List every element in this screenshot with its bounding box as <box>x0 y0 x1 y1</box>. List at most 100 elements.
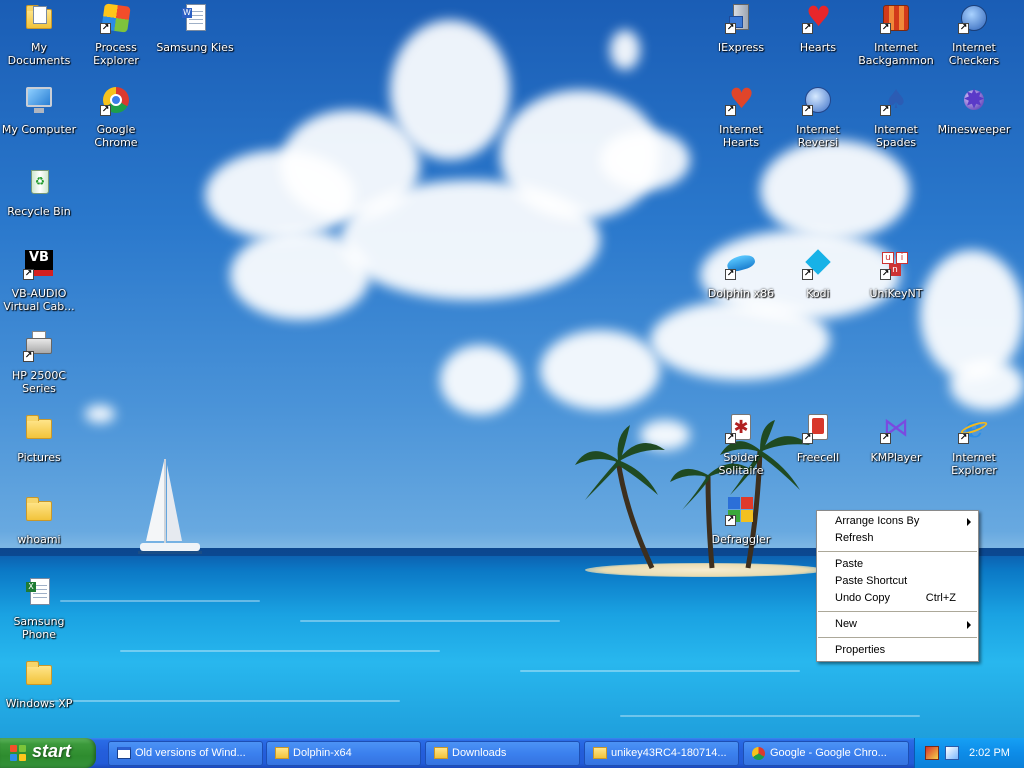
icon-label: Hearts <box>799 41 837 54</box>
desktop-icon-kmplayer[interactable]: ⋈ ↗ KMPlayer <box>857 412 935 464</box>
desktop-icon-whoami[interactable]: whoami <box>0 494 78 546</box>
chrome-icon <box>752 747 765 760</box>
folder-icon <box>23 494 55 526</box>
folder-icon <box>275 747 289 759</box>
process-explorer-icon: ↗ <box>100 2 132 34</box>
wave <box>620 715 920 717</box>
icon-label: My Computer <box>1 123 77 136</box>
desktop-context-menu: Arrange Icons By Refresh Paste Paste Sho… <box>816 510 979 662</box>
spades-icon: ♠ ↗ <box>880 85 908 116</box>
backgammon-icon: ↗ <box>880 2 912 34</box>
cloud <box>540 330 660 410</box>
network-icon[interactable] <box>945 746 959 760</box>
menu-item-label: Properties <box>835 644 886 656</box>
desktop-icon-internet-backgammon[interactable]: ↗ Internet Backgammon <box>857 2 935 67</box>
menu-item-refresh[interactable]: Refresh <box>817 530 978 547</box>
wave <box>520 670 800 672</box>
printer-icon: ↗ <box>23 330 55 362</box>
desktop-icon-unikeynt[interactable]: u i n ↗ UniKeyNT <box>857 248 935 300</box>
start-label: start <box>32 741 72 761</box>
taskbar-button-label: Dolphin-x64 <box>293 747 352 759</box>
taskbar-button-google-chrome[interactable]: Google - Google Chro... <box>743 741 909 766</box>
menu-item-arrange-icons-by[interactable]: Arrange Icons By <box>817 513 978 530</box>
internet-hearts-icon: ♥ ↗ <box>725 82 755 116</box>
icon-label: Internet Reversi <box>796 123 840 149</box>
vb-audio-icon: VB ↗ <box>23 248 55 280</box>
wave <box>300 620 560 622</box>
icon-label: Dolphin x86 <box>707 287 775 300</box>
desktop-icon-internet-hearts[interactable]: ♥ ↗ Internet Hearts <box>702 82 780 150</box>
taskbar-button-label: Downloads <box>452 747 507 759</box>
menu-item-new[interactable]: New <box>817 616 978 633</box>
desktop-icon-internet-checkers[interactable]: ↗ Internet Checkers <box>935 2 1013 67</box>
security-alert-icon[interactable] <box>925 746 939 760</box>
desktop-icon-samsung-kies[interactable]: W Samsung Kies <box>156 2 234 54</box>
desktop-icon-vb-audio[interactable]: VB ↗ VB-AUDIO Virtual Cab... <box>0 248 78 313</box>
recycle-bin-icon: ♻ <box>23 166 55 198</box>
desktop-icon-internet-reversi[interactable]: ↗ Internet Reversi <box>779 84 857 149</box>
menu-item-properties[interactable]: Properties <box>817 642 978 659</box>
desktop-icon-kodi[interactable]: ↗ Kodi <box>779 248 857 300</box>
taskbar-button-old-versions[interactable]: Old versions of Wind... <box>108 741 263 766</box>
desktop-icon-minesweeper[interactable]: ✸ Minesweeper <box>935 84 1013 136</box>
sailboat <box>138 459 202 554</box>
iexpress-icon: ↗ <box>725 2 757 34</box>
desktop-icon-dolphin-x86[interactable]: ↗ Dolphin x86 <box>702 248 780 300</box>
icon-label: Pictures <box>17 451 61 464</box>
menu-item-paste-shortcut[interactable]: Paste Shortcut <box>817 573 978 590</box>
icon-label: Internet Explorer <box>951 451 997 477</box>
submenu-arrow-icon <box>967 518 971 526</box>
icon-label: Internet Backgammon <box>858 41 934 67</box>
desktop-icon-my-documents[interactable]: My Documents <box>0 2 78 67</box>
computer-icon <box>23 84 55 116</box>
folder-documents-icon <box>23 2 55 34</box>
taskbar-button-downloads[interactable]: Downloads <box>425 741 580 766</box>
clock[interactable]: 2:02 PM <box>969 738 1010 768</box>
desktop[interactable]: My Documents ↗ Process Explorer W Samsun… <box>0 0 1024 738</box>
chrome-icon: ↗ <box>100 84 132 116</box>
icon-label: VB-AUDIO Virtual Cab... <box>3 287 75 313</box>
menu-item-label: Paste <box>835 558 864 570</box>
menu-separator <box>818 551 977 552</box>
desktop-icon-process-explorer[interactable]: ↗ Process Explorer <box>77 2 155 67</box>
folder-icon <box>23 412 55 444</box>
icon-label: UniKeyNT <box>869 287 923 300</box>
desktop-icon-hp-2500c[interactable]: ↗ HP 2500C Series <box>0 330 78 395</box>
icon-label: Internet Spades <box>874 123 918 149</box>
cloud <box>920 250 1024 380</box>
menu-item-label: New <box>835 618 858 630</box>
desktop-icon-internet-explorer[interactable]: e ↗ Internet Explorer <box>935 412 1013 478</box>
desktop-icon-freecell[interactable]: ↗ Freecell <box>779 412 857 464</box>
menu-separator <box>818 611 977 612</box>
desktop-icon-google-chrome[interactable]: ↗ Google Chrome <box>77 84 155 149</box>
desktop-icon-hearts[interactable]: ♥ ↗ Hearts <box>779 2 857 55</box>
menu-separator <box>818 637 977 638</box>
start-button[interactable]: start <box>0 738 96 768</box>
desktop-icon-windows-xp[interactable]: Windows XP <box>0 658 78 710</box>
icon-label: Process Explorer <box>93 41 139 67</box>
desktop-icon-my-computer[interactable]: My Computer <box>0 84 78 136</box>
menu-item-paste[interactable]: Paste <box>817 556 978 573</box>
icon-label: KMPlayer <box>870 451 922 464</box>
taskbar-button-dolphin-x64[interactable]: Dolphin-x64 <box>266 741 421 766</box>
submenu-arrow-icon <box>967 621 971 629</box>
cloud <box>390 20 510 160</box>
desktop-icon-defraggler[interactable]: ↗ Defraggler <box>702 494 780 546</box>
spider-solitaire-icon: ✱ ↗ <box>725 412 757 444</box>
dolphin-icon: ↗ <box>725 248 757 280</box>
icon-label: Defraggler <box>711 533 771 546</box>
desktop-icon-pictures[interactable]: Pictures <box>0 412 78 464</box>
freecell-icon: ↗ <box>802 412 834 444</box>
desktop-icon-samsung-phone[interactable]: X Samsung Phone <box>0 576 78 641</box>
icon-label: Google Chrome <box>94 123 138 149</box>
desktop-icon-internet-spades[interactable]: ♠ ↗ Internet Spades <box>857 84 935 149</box>
internet-explorer-icon: e ↗ <box>958 412 990 444</box>
desktop-icon-recycle-bin[interactable]: ♻ Recycle Bin <box>0 166 78 218</box>
taskbar-button-unikey[interactable]: unikey43RC4-180714... <box>584 741 739 766</box>
icon-label: whoami <box>17 533 61 546</box>
defraggler-icon: ↗ <box>725 494 757 526</box>
wave <box>40 700 400 702</box>
desktop-icon-iexpress[interactable]: ↗ IExpress <box>702 2 780 54</box>
desktop-icon-spider-solitaire[interactable]: ✱ ↗ Spider Solitaire <box>702 412 780 477</box>
menu-item-undo-copy[interactable]: Undo Copy Ctrl+Z <box>817 590 978 607</box>
